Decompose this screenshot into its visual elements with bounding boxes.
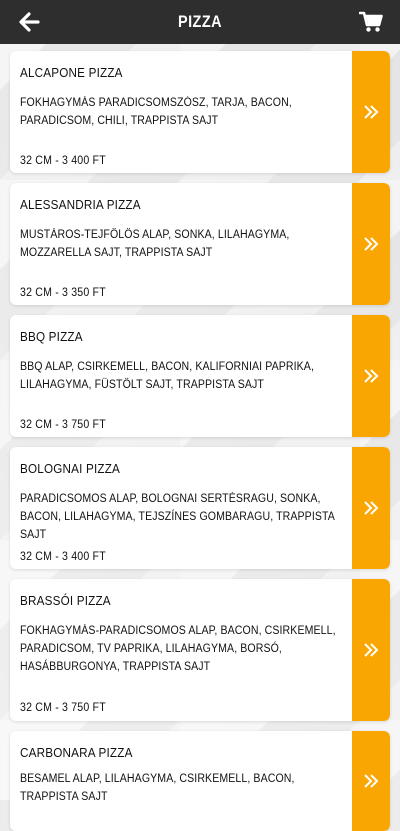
- double-chevron-right-icon: [364, 501, 379, 515]
- double-chevron-right-icon: [364, 369, 379, 383]
- open-pizza-button[interactable]: [352, 183, 390, 305]
- pizza-price: 32 CM - 3 350 FT: [20, 287, 106, 299]
- pizza-price: 32 CM - 3 400 FT: [20, 155, 106, 167]
- pizza-name: BBQ PIZZA: [20, 329, 83, 344]
- pizza-description: FOKHAGYMÁS PARADICSOMSZÓSZ, TARJA, BACON…: [20, 97, 292, 127]
- double-chevron-right-icon: [364, 237, 379, 251]
- cart-button[interactable]: [358, 10, 384, 34]
- open-pizza-button[interactable]: [352, 447, 390, 569]
- double-chevron-right-icon: [364, 105, 379, 119]
- pizza-card[interactable]: BBQ PIZZA BBQ ALAP, CSIRKEMELL, BACON, K…: [10, 315, 390, 437]
- pizza-description: BESAMEL ALAP, LILAHAGYMA, CSIRKEMELL, BA…: [20, 773, 295, 803]
- app-header: PIZZA: [0, 0, 400, 44]
- pizza-card[interactable]: CARBONARA PIZZA BESAMEL ALAP, LILAHAGYMA…: [10, 731, 390, 831]
- pizza-name: ALESSANDRIA PIZZA: [20, 197, 141, 212]
- double-chevron-right-icon: [364, 643, 379, 657]
- pizza-price: 32 CM - 3 750 FT: [20, 419, 106, 431]
- pizza-description: BBQ ALAP, CSIRKEMELL, BACON, KALIFORNIAI…: [20, 361, 314, 391]
- pizza-card[interactable]: BOLOGNAI PIZZA PARADICSOMOS ALAP, BOLOGN…: [10, 447, 390, 569]
- open-pizza-button[interactable]: [352, 51, 390, 173]
- open-pizza-button[interactable]: [352, 731, 390, 831]
- pizza-price: 32 CM - 3 400 FT: [20, 551, 106, 563]
- pizza-name: BRASSÓI PIZZA: [20, 593, 111, 608]
- open-pizza-button[interactable]: [352, 315, 390, 437]
- pizza-description: PARADICSOMOS ALAP, BOLOGNAI SERTÉSRAGU, …: [20, 493, 335, 541]
- pizza-description: MUSTÁROS-TEJFÖLÖS ALAP, SONKA, LILAHAGYM…: [20, 229, 290, 259]
- double-chevron-right-icon: [364, 774, 379, 788]
- pizza-name: BOLOGNAI PIZZA: [20, 461, 121, 476]
- pizza-name: ALCAPONE PIZZA: [20, 65, 123, 80]
- shopping-cart-icon: [359, 11, 383, 32]
- pizza-card[interactable]: ALCAPONE PIZZA FOKHAGYMÁS PARADICSOMSZÓS…: [10, 51, 390, 173]
- open-pizza-button[interactable]: [352, 579, 390, 721]
- pizza-description: FOKHAGYMÁS-PARADICSOMOS ALAP, BACON, CSI…: [20, 625, 336, 673]
- pizza-card[interactable]: ALESSANDRIA PIZZA MUSTÁROS-TEJFÖLÖS ALAP…: [10, 183, 390, 305]
- page-title: PIZZA: [178, 12, 222, 31]
- pizza-card[interactable]: BRASSÓI PIZZA FOKHAGYMÁS-PARADICSOMOS AL…: [10, 579, 390, 721]
- pizza-price: 32 CM - 3 750 FT: [20, 702, 106, 714]
- pizza-name: CARBONARA PIZZA: [20, 745, 133, 760]
